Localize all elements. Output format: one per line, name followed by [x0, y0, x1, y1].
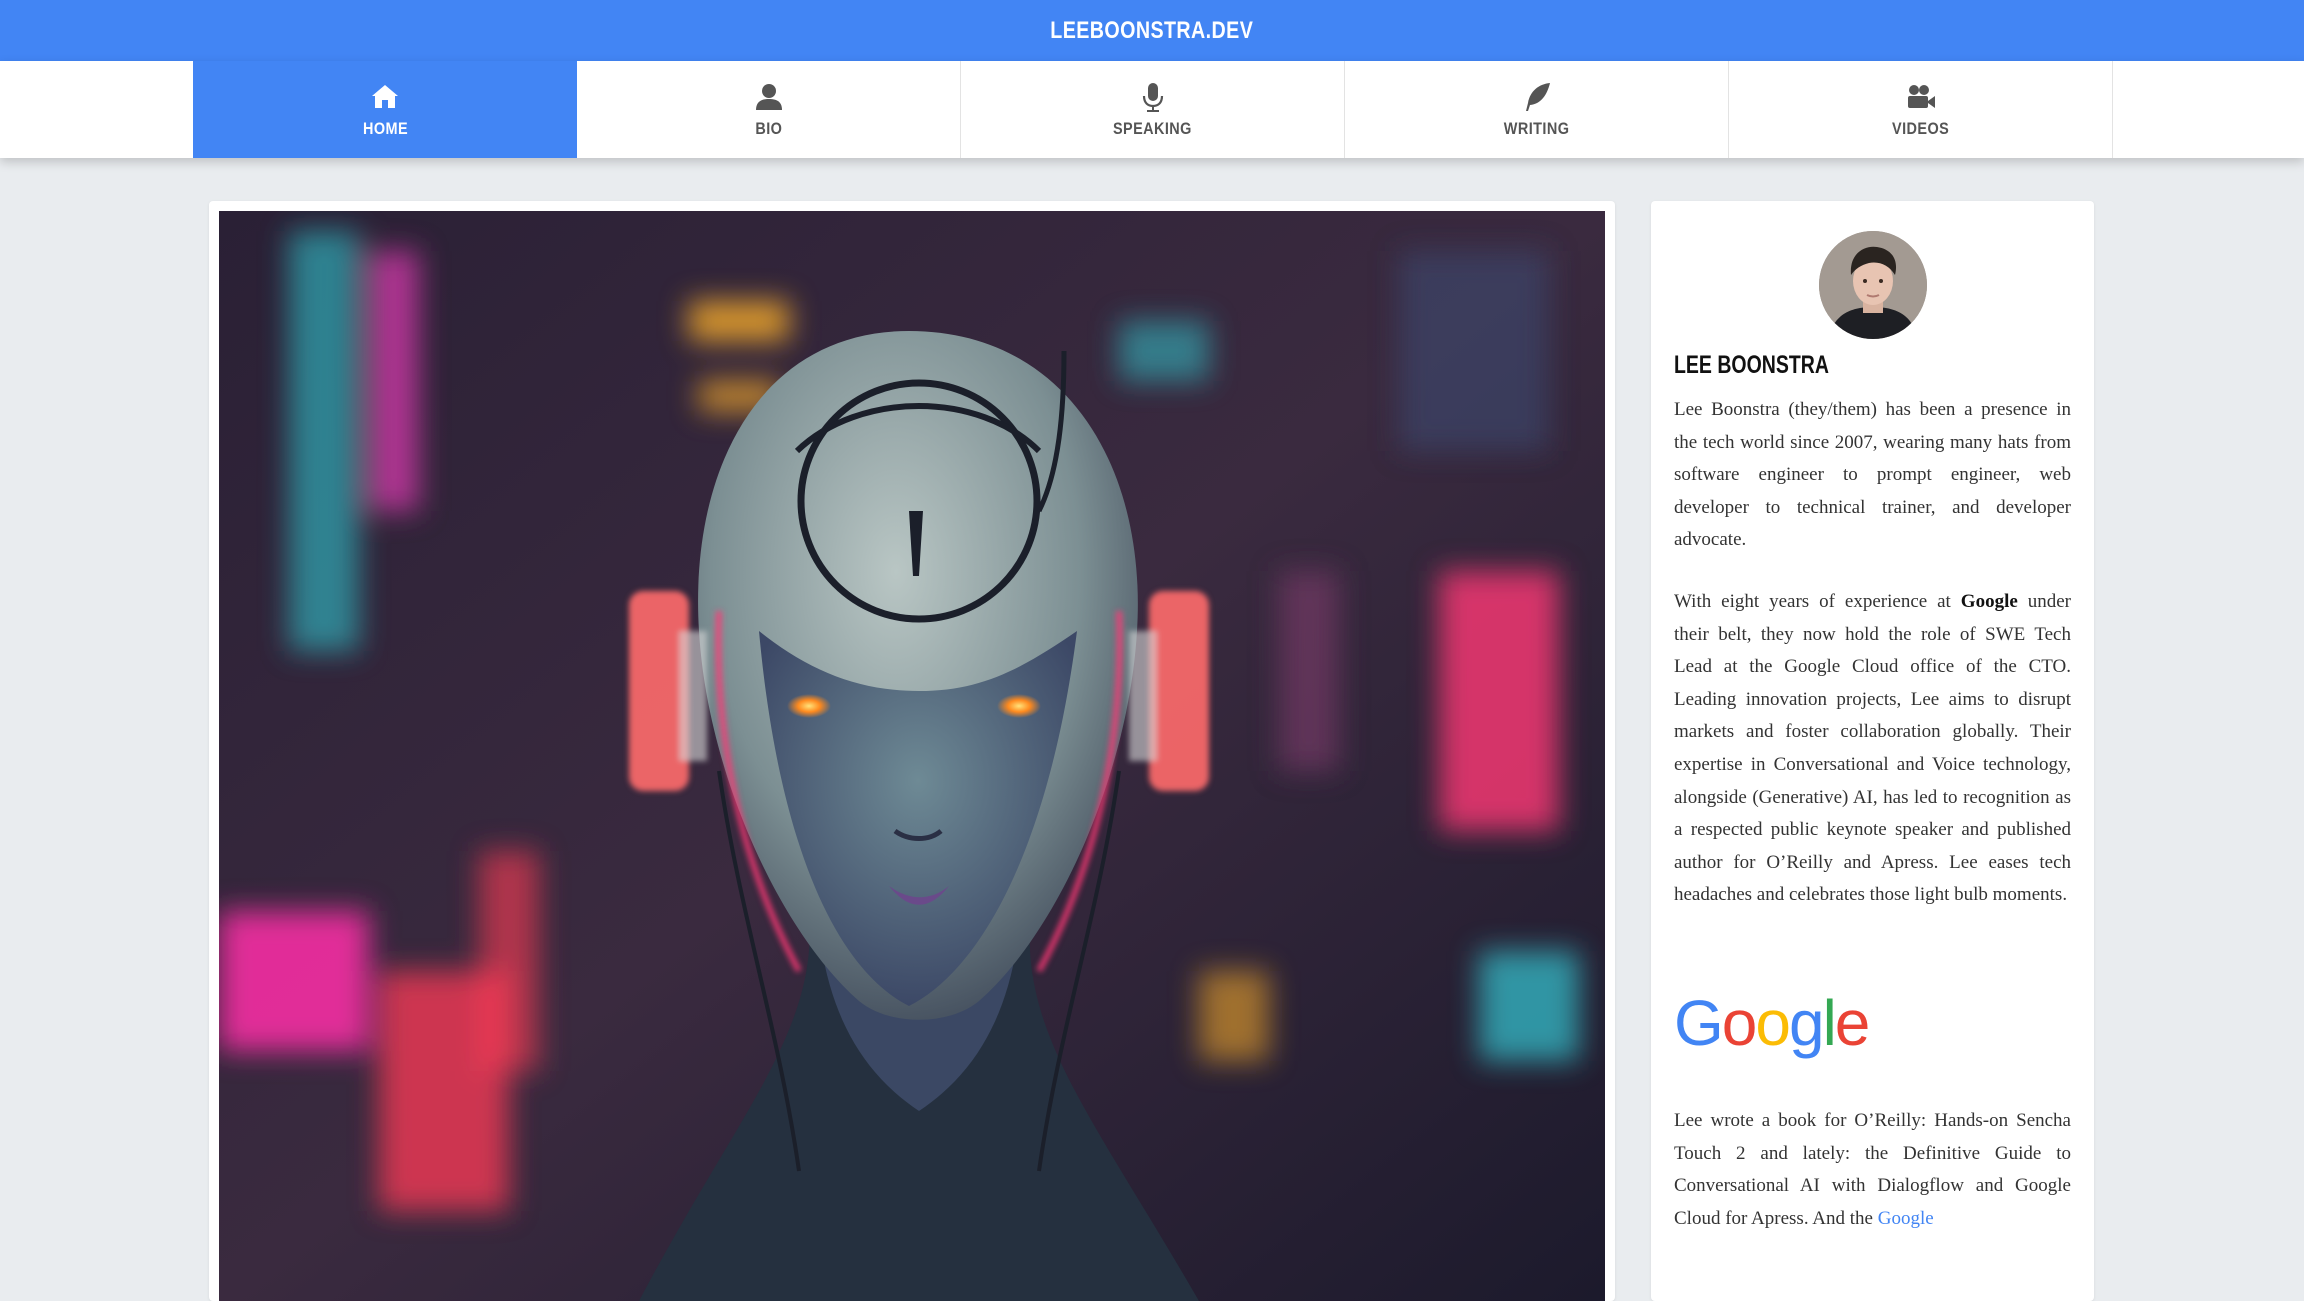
google-link[interactable]: Google — [1878, 1208, 1934, 1229]
logo-letter: o — [1721, 986, 1758, 1059]
nav-item-videos[interactable]: VIDEOS — [1729, 61, 2113, 158]
nav-item-bio[interactable]: BIO — [577, 61, 961, 158]
bio-paragraph: With eight years of experience at Google… — [1674, 586, 2071, 912]
nav-item-speaking[interactable]: SPEAKING — [961, 61, 1345, 158]
author-sidebar: LEE BOONSTRA Lee Boonstra (they/them) ha… — [1651, 201, 2094, 1301]
featured-post-card — [209, 201, 1615, 1301]
hero-image-cyborg[interactable] — [219, 211, 1605, 1301]
nav-item-home[interactable]: HOME — [193, 61, 577, 158]
feather-icon — [1525, 82, 1550, 111]
site-header: LEEBOONSTRA.DEV — [0, 0, 2304, 61]
microphone-icon — [1142, 82, 1163, 112]
bio-text: With eight years of experience at — [1674, 590, 1961, 612]
bio-text: Lee wrote a book for O’Reilly: Hands-on … — [1674, 1109, 2071, 1229]
bio-text: under their belt, they now hold the role… — [1674, 590, 2072, 906]
site-title[interactable]: LEEBOONSTRA.DEV — [1051, 17, 1254, 45]
nav-label: HOME — [362, 118, 408, 138]
google-logo: Google — [1674, 991, 1870, 1055]
logo-letter: o — [1755, 986, 1791, 1059]
author-avatar[interactable] — [1818, 231, 1927, 339]
logo-letter: e — [1834, 986, 1871, 1059]
author-bio: Lee Boonstra (they/them) has been a pres… — [1674, 394, 2071, 1235]
bio-bold-google: Google — [1960, 590, 2018, 612]
user-icon — [755, 83, 782, 110]
logo-letter: g — [1788, 986, 1825, 1059]
bio-paragraph: Lee wrote a book for O’Reilly: Hands-on … — [1674, 1105, 2071, 1235]
main-nav: HOME BIO SPEAKING WRITING VIDEOS — [0, 61, 2304, 158]
author-name: LEE BOONSTRA — [1674, 351, 1829, 379]
logo-letter: G — [1674, 986, 1724, 1059]
nav-item-writing[interactable]: WRITING — [1345, 61, 1729, 158]
home-icon — [372, 84, 398, 108]
nav-label: BIO — [755, 118, 782, 138]
video-camera-icon — [1907, 84, 1935, 108]
nav-label: VIDEOS — [1891, 118, 1950, 138]
nav-label: SPEAKING — [1113, 118, 1192, 138]
logo-letter: l — [1822, 986, 1837, 1059]
bio-paragraph: Lee Boonstra (they/them) has been a pres… — [1674, 399, 2071, 551]
nav-label: WRITING — [1503, 118, 1570, 138]
